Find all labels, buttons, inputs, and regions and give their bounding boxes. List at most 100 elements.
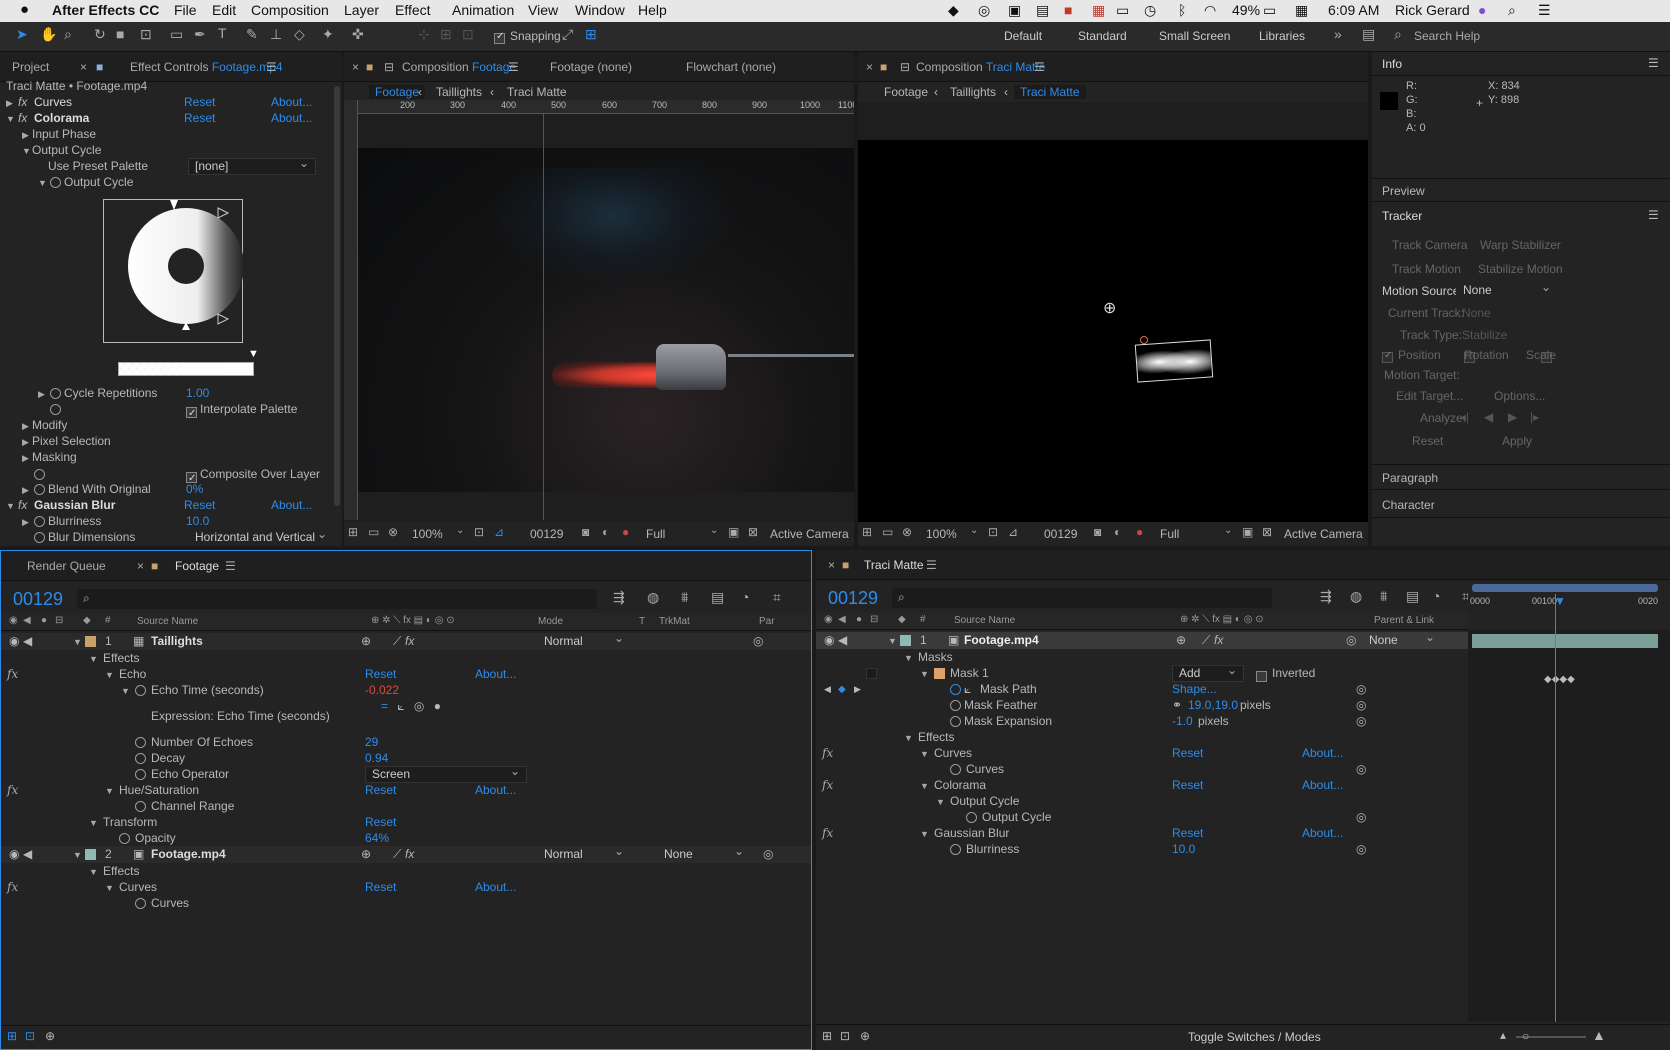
current-time-display[interactable]: 00129	[1044, 527, 1077, 541]
creative-cloud-icon[interactable]: ◎	[978, 2, 990, 19]
stopwatch-icon[interactable]	[34, 469, 45, 480]
expression-pickwhip-icon[interactable]: ◎	[1356, 761, 1366, 778]
selection-tool-icon[interactable]: ➤	[16, 26, 28, 43]
panel-menu-icon[interactable]: ☰	[1034, 60, 1045, 74]
blurriness-row[interactable]: ▶ Blurriness 10.0	[0, 513, 342, 530]
pen-tool-icon[interactable]: ✒	[194, 26, 206, 43]
fx-icon[interactable]: fx	[7, 879, 18, 896]
app-icon-4[interactable]: ▦	[1092, 2, 1105, 19]
grid-guide-icon[interactable]: ⊡	[474, 525, 484, 539]
prev-keyframe-icon[interactable]: ◀	[824, 681, 831, 698]
masks-group-row[interactable]: ▼ Masks	[816, 649, 1468, 666]
blend-mode-dropdown[interactable]: Normal	[537, 844, 631, 863]
world-axis-icon[interactable]: ⊞	[440, 26, 452, 43]
draft-3d-icon[interactable]: ◍	[1350, 588, 1362, 605]
rotate-tool-icon[interactable]: ↻	[94, 26, 106, 43]
effect-colorama-row[interactable]: ▼ fx Colorama Reset About...	[0, 110, 342, 127]
parent-pickwhip-icon[interactable]: ◎	[1346, 632, 1356, 649]
timeline-timecode[interactable]: 00129	[828, 588, 878, 609]
trkmat-header[interactable]: TrkMat	[659, 616, 690, 627]
crumb-footage[interactable]: Footage	[884, 85, 928, 99]
stopwatch-icon[interactable]	[135, 898, 146, 909]
tab-flowchart-none[interactable]: Flowchart (none)	[686, 60, 776, 74]
tab-project[interactable]: Project	[12, 60, 49, 74]
mask1-row[interactable]: ▼ Mask 1 Add Inverted	[816, 663, 1468, 683]
horizontal-ruler[interactable]: 200 300 400 500 600 700 800 900 1000 110…	[358, 100, 854, 114]
input-phase-row[interactable]: ▶ Input Phase	[0, 126, 342, 143]
zoom-out-icon[interactable]: ▴	[1500, 1028, 1506, 1042]
stopwatch-icon[interactable]	[50, 388, 61, 399]
blend-with-original-value[interactable]: 0%	[186, 481, 203, 498]
stopwatch-icon[interactable]	[135, 737, 146, 748]
quality-icon[interactable]: ⟋	[393, 846, 401, 863]
about-curves-link[interactable]: About...	[1302, 745, 1343, 762]
about-hue-saturation-link[interactable]: About...	[475, 782, 516, 799]
fast-preview-icon[interactable]: ▣	[728, 525, 739, 539]
mask-expansion-value[interactable]: -1.0	[1172, 713, 1193, 730]
blurriness-value[interactable]: 10.0	[1172, 841, 1195, 858]
tab-footage-none[interactable]: Footage (none)	[550, 60, 632, 74]
motion-source-dropdown[interactable]: None	[1456, 280, 1558, 299]
source-name-header[interactable]: Source Name	[137, 616, 198, 627]
next-keyframe-icon[interactable]: ▶	[854, 681, 861, 698]
curves-prop-row[interactable]: Curves ◎	[816, 761, 1468, 778]
effect-controls-scrollbar[interactable]	[334, 86, 340, 506]
always-preview-icon[interactable]: ⊞	[862, 525, 872, 539]
paragraph-header[interactable]: Paragraph	[1372, 464, 1670, 490]
position-checkbox[interactable]	[1382, 350, 1393, 364]
mask-path-value[interactable]: Shape...	[1172, 681, 1217, 698]
hand-tool-icon[interactable]: ✋	[40, 26, 57, 43]
stopwatch-icon[interactable]	[135, 769, 146, 780]
decay-row[interactable]: Decay 0.94	[1, 750, 811, 767]
tracker-header[interactable]: Tracker ☰	[1372, 204, 1670, 228]
resolution-dropdown[interactable]: Full	[1160, 527, 1179, 541]
panel-menu-icon[interactable]: ☰	[225, 559, 236, 573]
graph-icon[interactable]: ⟀	[964, 681, 971, 698]
anchor-point-icon[interactable]: ⊕	[1103, 298, 1116, 318]
zoom-dropdown[interactable]: 100%	[412, 527, 443, 541]
panel-menu-icon[interactable]: ☰	[1648, 208, 1659, 222]
brush-tool-icon[interactable]: ✎	[246, 26, 258, 43]
grid-guide-icon[interactable]: ⊡	[988, 525, 998, 539]
stopwatch-icon[interactable]	[34, 484, 45, 495]
curves-prop-row[interactable]: Curves	[1, 895, 811, 912]
mask-feather-value[interactable]: 19.0,19.0	[1188, 697, 1238, 714]
dropbox-icon[interactable]: ◆	[948, 2, 959, 19]
output-cycle-row[interactable]: ▼ Output Cycle	[0, 174, 342, 191]
about-gaussian-blur-link[interactable]: About...	[1302, 825, 1343, 842]
collapse-triangle-icon[interactable]: ▶	[22, 450, 32, 467]
workspace-libraries[interactable]: Libraries	[1259, 29, 1305, 43]
puppet-tool-icon[interactable]: ✜	[352, 26, 364, 43]
channel-range-row[interactable]: Channel Range	[1, 798, 811, 815]
transform-row[interactable]: ▼ Transform Reset	[1, 814, 811, 831]
notification-icon[interactable]: ☰	[1538, 2, 1551, 19]
tab-render-queue[interactable]: Render Queue	[27, 559, 106, 573]
siri-icon[interactable]: ●	[1478, 2, 1486, 18]
workspace-toggle-icon[interactable]: ▤	[1362, 26, 1375, 43]
effect-curves-row[interactable]: ▶ fx Curves Reset About...	[0, 94, 342, 111]
crumb-taillights[interactable]: Taillights	[950, 85, 996, 99]
parent-pickwhip-icon[interactable]: ◎	[763, 846, 773, 863]
stopwatch-icon[interactable]	[950, 716, 961, 727]
track-camera-button[interactable]: Track Camera	[1392, 238, 1468, 252]
hue-saturation-row[interactable]: fx ▼ Hue/Saturation Reset About...	[1, 782, 811, 799]
workspace-small-screen[interactable]: Small Screen	[1159, 29, 1230, 43]
channel-icon[interactable]: ●	[622, 525, 629, 539]
source-name-header[interactable]: Source Name	[954, 615, 1015, 626]
pixel-selection-row[interactable]: ▶ Pixel Selection	[0, 433, 342, 450]
fx-switch-icon[interactable]: fx	[405, 846, 414, 863]
label-color-swatch[interactable]	[900, 635, 911, 646]
number-of-echoes-value[interactable]: 29	[365, 734, 378, 751]
about-colorama-link[interactable]: About...	[1302, 777, 1343, 794]
close-icon[interactable]: ×	[866, 60, 873, 74]
time-ruler[interactable]: 0000 00100 0020 ▼	[1468, 580, 1670, 630]
curves-effect-row[interactable]: fx ▼ Curves Reset About...	[1, 879, 811, 896]
layer-name-footage[interactable]: Footage.mp4	[151, 846, 226, 863]
interpolate-palette-row[interactable]: Interpolate Palette	[0, 401, 342, 422]
render-time-icon[interactable]: ⊞	[822, 1029, 832, 1043]
expression-pickwhip-icon[interactable]: ◎	[1356, 809, 1366, 826]
fx-switch-icon[interactable]: fx	[405, 633, 414, 650]
menu-file[interactable]: File	[174, 2, 197, 18]
view-axis-icon[interactable]: ⊡	[462, 26, 474, 43]
blur-dimensions-dropdown[interactable]: Horizontal and Vertical	[188, 527, 334, 546]
